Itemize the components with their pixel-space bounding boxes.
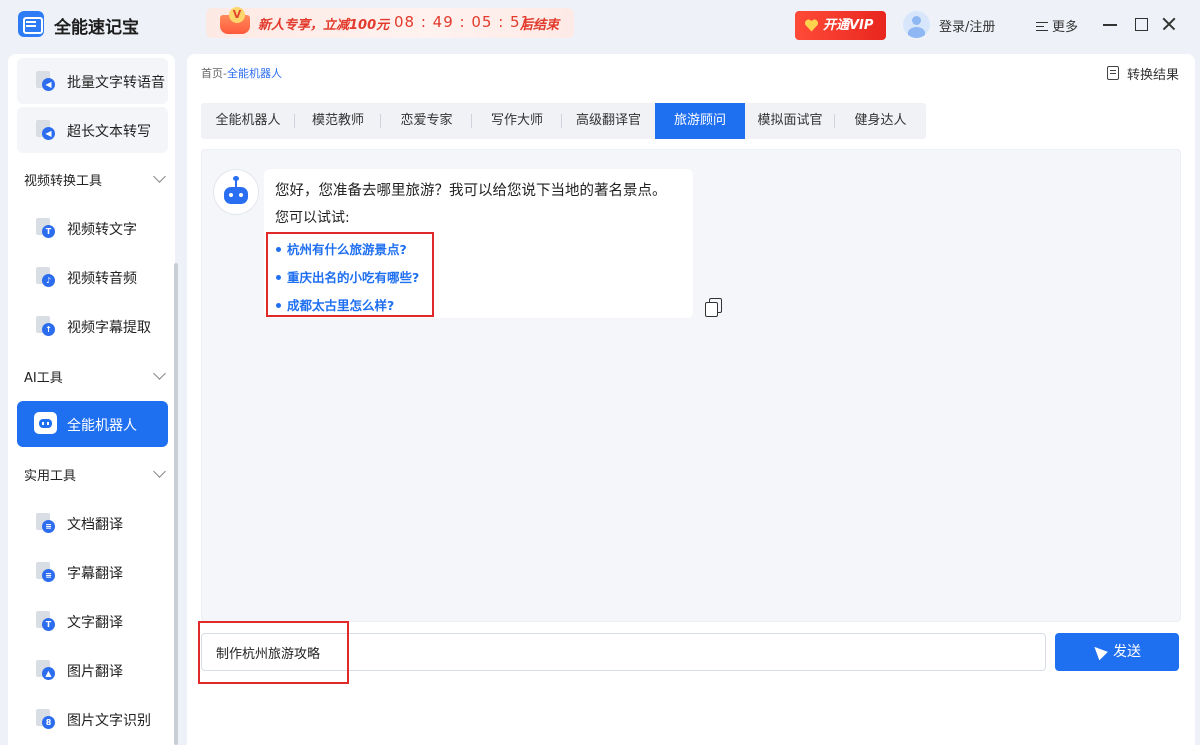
suggestion-highlight-box: 杭州有什么旅游景点? 重庆出名的小吃有哪些? 成都太古里怎么样? [266, 232, 434, 317]
sidebar-item-label: 图片翻译 [67, 664, 123, 680]
try-label: 您可以试试: [275, 210, 350, 226]
chevron-down-icon [153, 367, 166, 380]
promo-countdown: 08 : 49 : 05 : 51 [394, 13, 532, 31]
chat-area: 您好，您准备去哪里旅游？我可以给您说下当地的著名景点。 您可以试试: 杭州有什么… [201, 149, 1181, 622]
bot-greeting: 您好，您准备去哪里旅游？我可以给您说下当地的著名景点。 [275, 183, 667, 199]
app-title: 全能速记宝 [54, 18, 139, 38]
send-label: 发送 [1113, 644, 1141, 660]
robot-tabs: 全能机器人 模范教师 恋爱专家 写作大师 高级翻译官 旅游顾问 模拟面试官 健身… [201, 103, 926, 139]
group-title: 实用工具 [24, 469, 77, 484]
doc-translate-icon: ≡ [36, 513, 55, 533]
copy-icon[interactable] [705, 298, 722, 317]
promo-end-text: 后结束 [520, 18, 560, 33]
menu-icon [1036, 22, 1048, 31]
suggestion-item[interactable]: 重庆出名的小吃有哪些? [276, 267, 419, 286]
sidebar-item-text-translate[interactable]: T 文字翻译 [17, 598, 168, 644]
chevron-down-icon [153, 465, 166, 478]
text-to-speech-icon: ◀ [36, 71, 55, 91]
sidebar-item-label: 视频转音频 [67, 271, 137, 287]
close-icon[interactable] [1159, 14, 1179, 34]
robot-avatar-icon [213, 169, 259, 215]
convert-result-label: 转换结果 [1126, 68, 1179, 83]
main-panel: 首页-全能机器人 转换结果 全能机器人 模范教师 恋爱专家 写作大师 高级翻译官… [187, 54, 1195, 745]
sidebar-group-ai[interactable]: AI工具 [24, 367, 166, 386]
sidebar-item-label: 视频转文字 [67, 222, 137, 238]
sidebar-group-utility[interactable]: 实用工具 [24, 465, 166, 484]
vip-label: 开通VIP [823, 18, 874, 33]
sidebar-item-label: 文档翻译 [67, 517, 123, 533]
video-to-audio-icon: ♪ [36, 267, 55, 287]
tab-love-expert[interactable]: 恋爱专家 [381, 103, 472, 139]
user-avatar[interactable] [903, 11, 930, 38]
subtitle-extract-icon: ↑ [36, 316, 55, 336]
sidebar-item-label: 字幕翻译 [67, 566, 123, 582]
send-button[interactable]: 发送 [1055, 633, 1179, 671]
message-input[interactable] [201, 633, 1046, 671]
more-label: 更多 [1052, 20, 1079, 35]
sidebar-item-subtitle-translate[interactable]: ≡ 字幕翻译 [17, 549, 168, 595]
minimize-icon[interactable] [1100, 14, 1120, 34]
sidebar-scrollbar[interactable] [174, 263, 178, 745]
sidebar-item-long-text[interactable]: ◀ 超长文本转写 [17, 107, 168, 153]
send-icon [1090, 642, 1108, 661]
sidebar-item-video-to-text[interactable]: T 视频转文字 [17, 205, 168, 251]
tab-mock-interviewer[interactable]: 模拟面试官 [745, 103, 835, 139]
breadcrumb-home[interactable]: 首页 [201, 67, 223, 80]
tab-translator[interactable]: 高级翻译官 [562, 103, 655, 139]
sidebar-item-label: 全能机器人 [67, 418, 137, 434]
sidebar-item-ocr[interactable]: 8 图片文字识别 [17, 696, 168, 742]
suggestion-item[interactable]: 成都太古里怎么样? [276, 295, 394, 314]
sidebar-item-video-to-audio[interactable]: ♪ 视频转音频 [17, 254, 168, 300]
promo-banner[interactable]: V 新人专享，立减100元 08 : 49 : 05 : 51 后结束 [206, 7, 574, 38]
breadcrumb: 首页-全能机器人 [201, 65, 282, 81]
tab-writing-master[interactable]: 写作大师 [472, 103, 562, 139]
image-translate-icon: ▲ [36, 660, 55, 680]
sidebar-item-robot[interactable]: 全能机器人 [17, 401, 168, 447]
app-logo-icon [18, 11, 44, 37]
document-icon [1106, 66, 1119, 80]
robot-icon [34, 412, 57, 434]
sidebar-item-batch-tts[interactable]: ◀ 批量文字转语音 [17, 58, 168, 104]
sidebar-item-label: 视频字幕提取 [67, 320, 151, 336]
group-title: AI工具 [24, 371, 63, 386]
suggestion-item[interactable]: 杭州有什么旅游景点? [276, 239, 407, 258]
subtitle-translate-icon: ≡ [36, 562, 55, 582]
convert-result-button[interactable]: 转换结果 [1106, 64, 1179, 83]
tab-travel-advisor[interactable]: 旅游顾问 [655, 103, 745, 139]
chevron-down-icon [153, 170, 166, 183]
gift-bag-icon: V [220, 7, 250, 36]
text-translate-icon: T [36, 611, 55, 631]
promo-text: 新人专享，立减100元 [258, 18, 390, 33]
sidebar-item-image-translate[interactable]: ▲ 图片翻译 [17, 647, 168, 693]
group-title: 视频转换工具 [24, 174, 103, 189]
more-menu-button[interactable]: 更多 [1036, 16, 1078, 35]
login-register-link[interactable]: 登录/注册 [939, 16, 995, 35]
vip-heart-icon [804, 19, 819, 32]
sidebar-item-label: 图片文字识别 [67, 713, 151, 729]
video-to-text-icon: T [36, 218, 55, 238]
sidebar-group-video[interactable]: 视频转换工具 [24, 170, 166, 189]
sidebar-item-label: 超长文本转写 [67, 124, 151, 140]
maximize-icon[interactable] [1131, 14, 1151, 34]
breadcrumb-current: 全能机器人 [226, 67, 282, 80]
ocr-icon: 8 [36, 709, 55, 729]
sidebar-item-label: 文字翻译 [67, 615, 123, 631]
title-bar: 全能速记宝 V 新人专享，立减100元 08 : 49 : 05 : 51 后结… [0, 0, 1200, 50]
long-text-icon: ◀ [36, 120, 55, 140]
tab-fitness-expert[interactable]: 健身达人 [835, 103, 926, 139]
sidebar-item-doc-translate[interactable]: ≡ 文档翻译 [17, 500, 168, 546]
tab-model-teacher[interactable]: 模范教师 [295, 103, 381, 139]
sidebar-item-label: 批量文字转语音 [67, 75, 165, 91]
sidebar: ◀ 批量文字转语音 ◀ 超长文本转写 视频转换工具 T 视频转文字 ♪ 视频转音… [8, 54, 175, 745]
open-vip-button[interactable]: 开通VIP [795, 11, 886, 40]
tab-all-robot[interactable]: 全能机器人 [201, 103, 295, 139]
bot-message-bubble: 您好，您准备去哪里旅游？我可以给您说下当地的著名景点。 您可以试试: 杭州有什么… [264, 169, 693, 318]
sidebar-item-subtitle-extract[interactable]: ↑ 视频字幕提取 [17, 303, 168, 349]
